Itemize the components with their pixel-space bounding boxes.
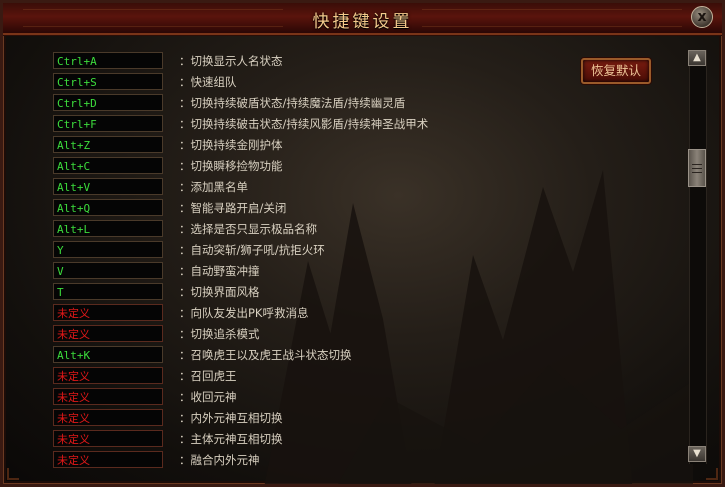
title-bar[interactable]: 快捷键设置 x [3,3,722,35]
window-title: 快捷键设置 [312,12,413,32]
shortcut-key-field[interactable]: Alt+K [53,346,163,363]
shortcut-description: ：内外元神互相切换 [179,411,283,425]
shortcut-description: ：融合内外元神 [179,453,260,467]
shortcut-key-field[interactable]: 未定义 [53,304,163,321]
shortcut-key-field[interactable]: 未定义 [53,388,163,405]
shortcut-description: ：自动野蛮冲撞 [179,264,260,278]
shortcut-key-field[interactable]: Alt+L [53,220,163,237]
shortcut-description: ：切换持续金刚护体 [179,138,283,152]
shortcut-description: ：主体元神互相切换 [179,432,283,446]
thumb-grip [692,164,702,165]
shortcut-key-field[interactable]: 未定义 [53,451,163,468]
shortcut-settings-window: 快捷键设置 x Ctrl+A ：切换显示人名状态 Ctrl+S ：快速组队 Ctrl+D… [0,0,725,487]
shortcut-description: ：切换追杀模式 [179,327,260,341]
scrollbar-track[interactable] [689,50,707,464]
shortcut-key-field[interactable]: Ctrl+F [53,115,163,132]
shortcut-key-field[interactable]: Alt+C [53,157,163,174]
shortcut-description: ：切换持续破击状态/持续风影盾/持续神圣战甲术 [179,117,429,131]
shortcut-description: ：智能寻路开启/关闭 [179,201,287,215]
shortcut-key-field[interactable]: 未定义 [53,325,163,342]
shortcut-description: ：召唤虎王以及虎王战斗状态切换 [179,348,352,362]
shortcut-key-field[interactable]: Alt+V [53,178,163,195]
shortcut-description: ：收回元神 [179,390,237,404]
shortcut-key-field[interactable]: Alt+Z [53,136,163,153]
shortcut-key-field[interactable]: Ctrl+S [53,73,163,90]
shortcut-description: ：切换界面风格 [179,285,260,299]
shortcut-description: ：切换显示人名状态 [179,54,283,68]
scrollbar-thumb[interactable] [688,149,706,187]
thumb-grip [692,172,702,173]
shortcut-description: ：选择是否只显示极品名称 [179,222,317,236]
shortcut-description: ：自动突斩/狮子吼/抗拒火环 [179,243,325,257]
shortcut-description: ：切换瞬移捡物功能 [179,159,283,173]
shortcut-description: ：添加黑名单 [179,180,248,194]
corner-ornament [706,468,718,480]
shortcut-description: ：向队友发出PK呼救消息 [179,306,309,320]
shortcut-description: ：召回虎王 [179,369,237,383]
shortcut-key-field[interactable]: V [53,262,163,279]
scroll-up-arrow-icon[interactable]: ▲ [688,50,706,66]
shortcut-key-field[interactable]: 未定义 [53,430,163,447]
shortcut-key-field[interactable]: Alt+Q [53,199,163,216]
restore-defaults-button[interactable]: 恢复默认 [581,58,651,84]
shortcut-key-field[interactable]: Ctrl+D [53,94,163,111]
shortcut-key-field[interactable]: 未定义 [53,367,163,384]
shortcut-key-field[interactable]: 未定义 [53,409,163,426]
close-button[interactable]: x [691,6,713,28]
shortcut-description: ：切换持续破盾状态/持续魔法盾/持续幽灵盾 [179,96,406,110]
shortcut-description: ：快速组队 [179,75,237,89]
shortcut-key-field[interactable]: Ctrl+A [53,52,163,69]
shortcut-key-field[interactable]: Y [53,241,163,258]
thumb-grip [692,168,702,169]
shortcut-key-field[interactable]: T [53,283,163,300]
corner-ornament [7,468,19,480]
scroll-down-arrow-icon[interactable]: ▼ [688,446,706,462]
